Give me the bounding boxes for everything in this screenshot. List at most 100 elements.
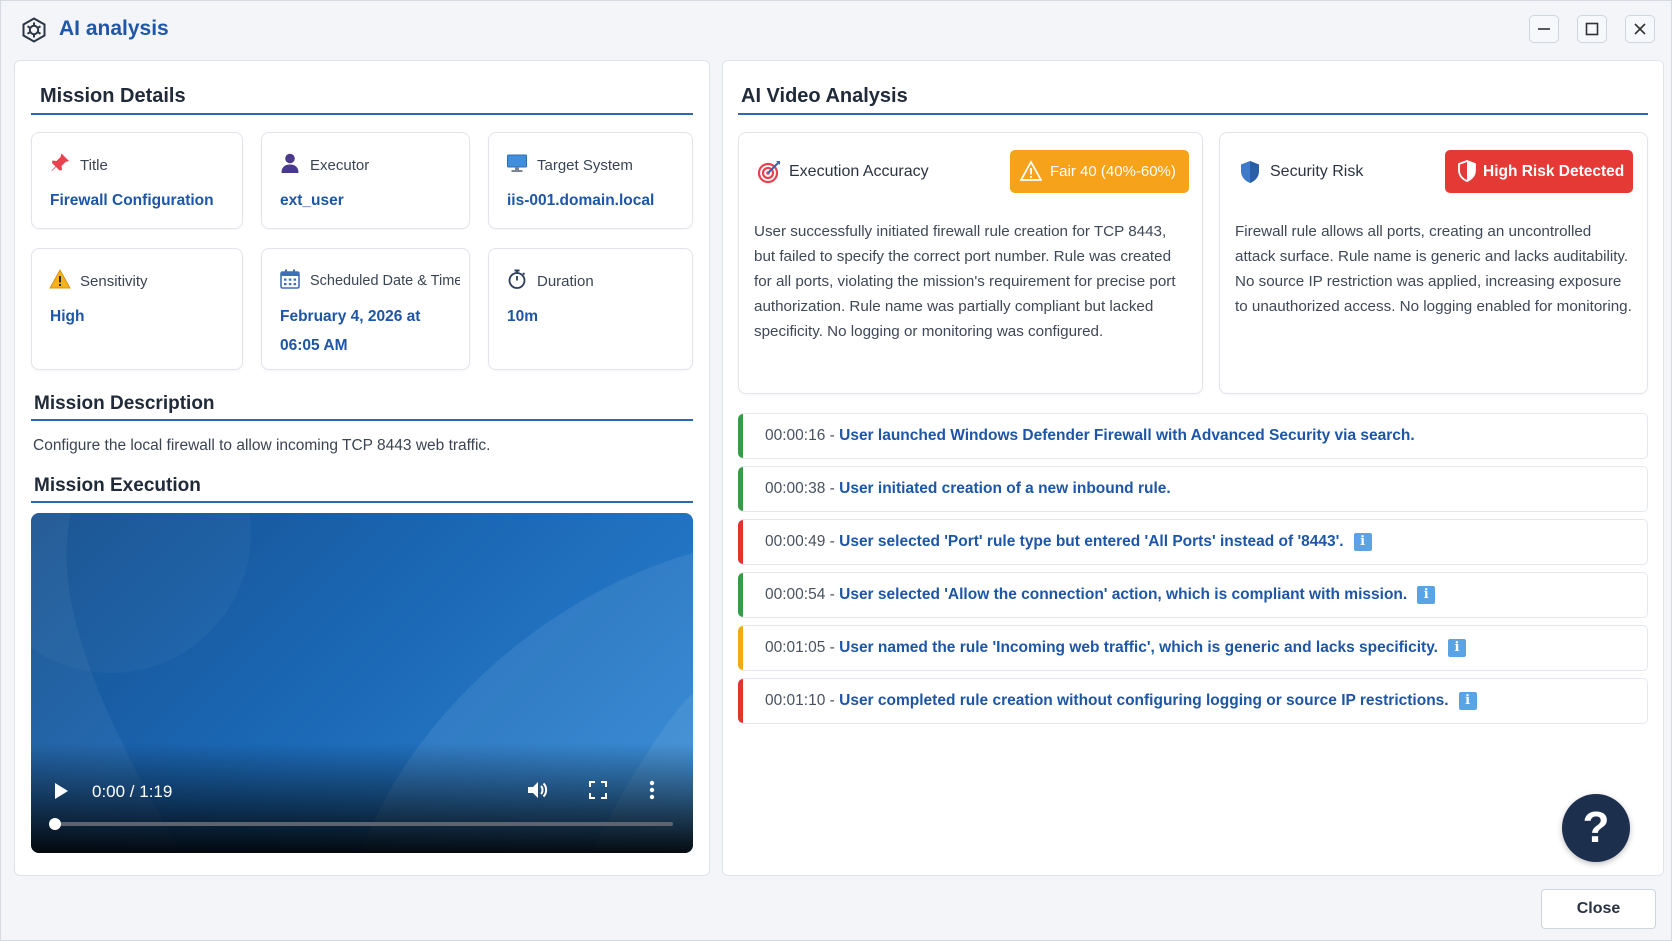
timeline-time: 00:01:05 bbox=[765, 639, 826, 656]
timeline-entry: 00:00:54 - User selected 'Allow the conn… bbox=[765, 586, 1436, 604]
info-icon[interactable]: i bbox=[1353, 533, 1372, 551]
timeline-status-bar bbox=[738, 679, 743, 723]
timeline-separator: - bbox=[825, 427, 840, 444]
timeline-entry: 00:00:49 - User selected 'Port' rule typ… bbox=[765, 533, 1372, 551]
timeline-row[interactable]: 00:00:16 - User launched Windows Defende… bbox=[738, 413, 1648, 459]
close-button[interactable]: Close bbox=[1541, 889, 1656, 929]
close-window-button[interactable] bbox=[1625, 15, 1655, 43]
video-progress-handle[interactable] bbox=[49, 818, 61, 830]
execution-accuracy-text: User successfully initiated firewall rul… bbox=[754, 223, 1176, 340]
timeline-separator: - bbox=[825, 480, 840, 497]
video-player[interactable]: 0:00 / 1:19 bbox=[31, 513, 693, 853]
timeline-row[interactable]: 00:01:10 - User completed rule creation … bbox=[738, 678, 1648, 724]
card-value: High bbox=[50, 308, 85, 325]
card-value: Firewall Configuration bbox=[50, 192, 214, 209]
user-icon bbox=[281, 153, 299, 173]
close-icon bbox=[1634, 23, 1646, 35]
timeline-status-bar bbox=[738, 573, 743, 617]
timeline-message: User named the rule 'Incoming web traffi… bbox=[839, 639, 1438, 656]
mission-description-heading: Mission Description bbox=[34, 393, 215, 414]
info-icon[interactable]: i bbox=[1458, 692, 1477, 710]
more-options-icon[interactable] bbox=[648, 779, 656, 801]
card-label: Executor bbox=[310, 157, 370, 174]
ai-analysis-rule bbox=[738, 113, 1648, 115]
info-icon[interactable]: i bbox=[1447, 639, 1466, 657]
timeline-message: User selected 'Allow the connection' act… bbox=[839, 586, 1408, 603]
help-icon: ? bbox=[1582, 803, 1610, 852]
timeline-separator: - bbox=[825, 692, 840, 709]
timeline-time: 00:00:38 bbox=[765, 480, 826, 497]
card-executor: Executor ext_user bbox=[261, 132, 470, 229]
info-icon[interactable]: i bbox=[1417, 586, 1436, 604]
timeline-time: 00:00:49 bbox=[765, 533, 826, 550]
card-label: Title bbox=[80, 157, 108, 174]
mission-execution-heading: Mission Execution bbox=[34, 475, 201, 496]
timeline-message: User completed rule creation without con… bbox=[839, 692, 1449, 709]
warning-icon bbox=[1020, 160, 1042, 181]
ai-analysis-heading: AI Video Analysis bbox=[741, 85, 908, 107]
security-risk-title: Security Risk bbox=[1270, 163, 1364, 180]
timeline-message: User selected 'Port' rule type but enter… bbox=[839, 533, 1344, 550]
pin-icon bbox=[51, 153, 69, 171]
title-bar: AI analysis bbox=[1, 1, 1671, 59]
accuracy-badge: Fair 40 (40%-60%) bbox=[1010, 150, 1189, 193]
play-icon[interactable] bbox=[53, 781, 69, 801]
card-label: Duration bbox=[537, 273, 594, 290]
calendar-icon bbox=[280, 269, 300, 289]
ai-analysis-window: AI analysis Mission Details Title Firewa… bbox=[0, 0, 1672, 941]
card-label: Scheduled Date & Time bbox=[310, 273, 460, 289]
security-risk-text: Firewall rule allows all ports, creating… bbox=[1235, 223, 1632, 315]
minimize-icon bbox=[1538, 28, 1550, 30]
execution-accuracy-title: Execution Accuracy bbox=[789, 163, 929, 180]
card-target-system: Target System iis-001.domain.local bbox=[488, 132, 693, 229]
fullscreen-icon[interactable] bbox=[589, 781, 607, 799]
risk-badge: High Risk Detected bbox=[1445, 150, 1633, 193]
timeline-status-bar bbox=[738, 520, 743, 564]
execution-accuracy-card: Execution Accuracy Fair 40 (40%-60%) Use… bbox=[738, 132, 1203, 394]
timeline-entry: 00:01:05 - User named the rule 'Incoming… bbox=[765, 639, 1466, 657]
stopwatch-icon bbox=[508, 269, 526, 289]
mission-execution-rule bbox=[31, 501, 693, 503]
timeline-row[interactable]: 00:00:54 - User selected 'Allow the conn… bbox=[738, 572, 1648, 618]
card-label: Target System bbox=[537, 157, 633, 174]
card-label: Sensitivity bbox=[80, 273, 148, 290]
card-value: iis-001.domain.local bbox=[507, 192, 655, 209]
timeline-status-bar bbox=[738, 626, 743, 670]
mission-details-rule bbox=[31, 113, 693, 115]
timeline-message: User initiated creation of a new inbound… bbox=[839, 480, 1171, 497]
help-button[interactable]: ? bbox=[1562, 794, 1630, 862]
target-icon bbox=[757, 161, 780, 184]
security-risk-card: Security Risk High Risk Detected Firewal… bbox=[1219, 132, 1648, 394]
accuracy-badge-label: Fair 40 (40%-60%) bbox=[1050, 163, 1176, 180]
timeline-time: 00:01:10 bbox=[765, 692, 826, 709]
timeline-row[interactable]: 00:00:38 - User initiated creation of a … bbox=[738, 466, 1648, 512]
video-time: 0:00 / 1:19 bbox=[92, 782, 173, 801]
monitor-icon bbox=[507, 154, 527, 172]
timeline-row[interactable]: 00:00:49 - User selected 'Port' rule typ… bbox=[738, 519, 1648, 565]
card-scheduled-datetime: Scheduled Date & Time February 4, 2026 a… bbox=[261, 248, 470, 370]
timeline-message: User launched Windows Defender Firewall … bbox=[839, 427, 1415, 444]
maximize-button[interactable] bbox=[1577, 15, 1607, 43]
card-duration: Duration 10m bbox=[488, 248, 693, 370]
timeline-separator: - bbox=[825, 639, 840, 656]
mission-description-rule bbox=[31, 419, 693, 421]
shield-alert-icon bbox=[1458, 160, 1476, 182]
maximize-icon bbox=[1585, 22, 1599, 36]
timeline-time: 00:00:54 bbox=[765, 586, 826, 603]
volume-icon[interactable] bbox=[525, 778, 549, 802]
timeline-status-bar bbox=[738, 414, 743, 458]
timeline-entry: 00:00:16 - User launched Windows Defende… bbox=[765, 427, 1415, 445]
card-sensitivity: Sensitivity High bbox=[31, 248, 243, 370]
hexagon-gear-icon bbox=[22, 17, 46, 43]
timeline-separator: - bbox=[825, 586, 840, 603]
mission-details-heading: Mission Details bbox=[40, 85, 186, 107]
timeline-row[interactable]: 00:01:05 - User named the rule 'Incoming… bbox=[738, 625, 1648, 671]
card-value: ext_user bbox=[280, 192, 344, 209]
shield-icon bbox=[1241, 161, 1259, 183]
timeline-entry: 00:01:10 - User completed rule creation … bbox=[765, 692, 1477, 710]
video-progress-bar[interactable] bbox=[53, 822, 673, 826]
minimize-button[interactable] bbox=[1529, 15, 1559, 43]
card-title: Title Firewall Configuration bbox=[31, 132, 243, 229]
warning-icon bbox=[49, 268, 71, 289]
card-value: February 4, 2026 at 06:05 AM bbox=[280, 308, 421, 354]
